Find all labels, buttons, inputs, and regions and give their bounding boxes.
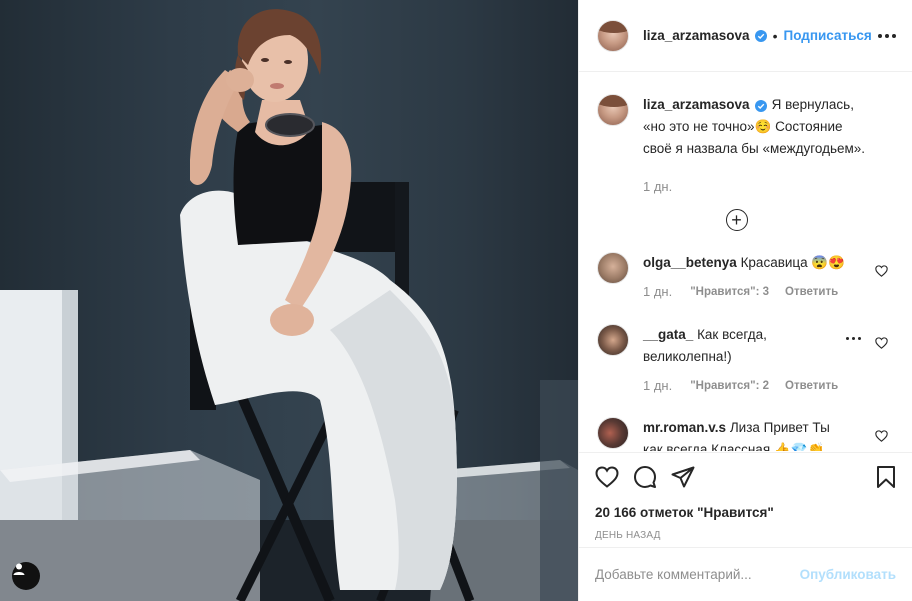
plus-circle-icon[interactable]: + [725,209,748,231]
author-avatar[interactable] [597,19,629,52]
comment-like-count[interactable]: "Нравится": 3 [690,286,769,298]
share-icon[interactable] [671,466,695,488]
post-photo[interactable] [0,0,578,601]
caption-username[interactable]: liza_arzamasova [643,97,750,112]
comment-like-heart-icon[interactable] [875,429,888,447]
comment-like-heart-icon[interactable] [875,264,888,282]
comment-more-icon[interactable] [846,337,861,340]
likes-count[interactable]: 20 166 отметок "Нравится" [595,505,896,520]
comment-item: olga__betenya Красавица 😨😍 1 дн. "Нравит… [597,252,896,299]
post-actions: 20 166 отметок "Нравится" ДЕНЬ НАЗАД [579,452,912,541]
author-avatar[interactable] [597,94,629,126]
verified-icon [754,100,767,112]
verified-icon [754,29,767,42]
author-username[interactable]: liza_arzamasova [643,28,750,43]
heart-icon[interactable] [595,466,619,488]
commenter-avatar[interactable] [597,417,629,449]
posted-time[interactable]: ДЕНЬ НАЗАД [595,530,896,541]
commenter-username[interactable]: olga__betenya [643,255,737,270]
comment-like-heart-icon[interactable] [875,336,888,354]
user-tag-button[interactable] [12,562,40,590]
reply-button[interactable]: Ответить [785,286,838,298]
comment-item: __gata_ Как всегда, великолепна!) 1 дн. … [597,324,896,393]
separator-dot: • [772,27,778,44]
comment-text: Красавица 😨😍 [740,255,846,270]
reply-button[interactable]: Ответить [785,380,838,392]
caption-time[interactable]: 1 дн. [643,176,868,198]
photo-illustration [0,9,578,601]
comment-time[interactable]: 1 дн. [643,284,672,299]
commenter-avatar[interactable] [597,324,629,356]
comment-like-count[interactable]: "Нравится": 2 [690,380,769,392]
publish-button[interactable]: Опубликовать [800,567,896,582]
commenter-avatar[interactable] [597,252,629,284]
comments-list[interactable]: liza_arzamasova Я вернулась, «но это не … [579,73,912,451]
post-side-panel: liza_arzamasova • Подписаться liza_arzam… [578,0,912,601]
post-caption: liza_arzamasova Я вернулась, «но это не … [597,73,896,198]
comment-icon[interactable] [633,465,657,489]
comment-item: mr.roman.v.s Лиза Привет Ты как всегда К… [597,417,896,451]
comment-time[interactable]: 1 дн. [643,378,672,393]
commenter-username[interactable]: __gata_ [643,327,693,342]
bookmark-icon[interactable] [876,465,896,489]
comment-input[interactable] [595,567,800,582]
commenter-username[interactable]: mr.roman.v.s [643,420,726,435]
more-icon[interactable] [878,33,896,38]
post-header: liza_arzamasova • Подписаться [579,0,912,72]
comment-composer: Опубликовать [579,547,912,601]
follow-button[interactable]: Подписаться [783,28,871,43]
